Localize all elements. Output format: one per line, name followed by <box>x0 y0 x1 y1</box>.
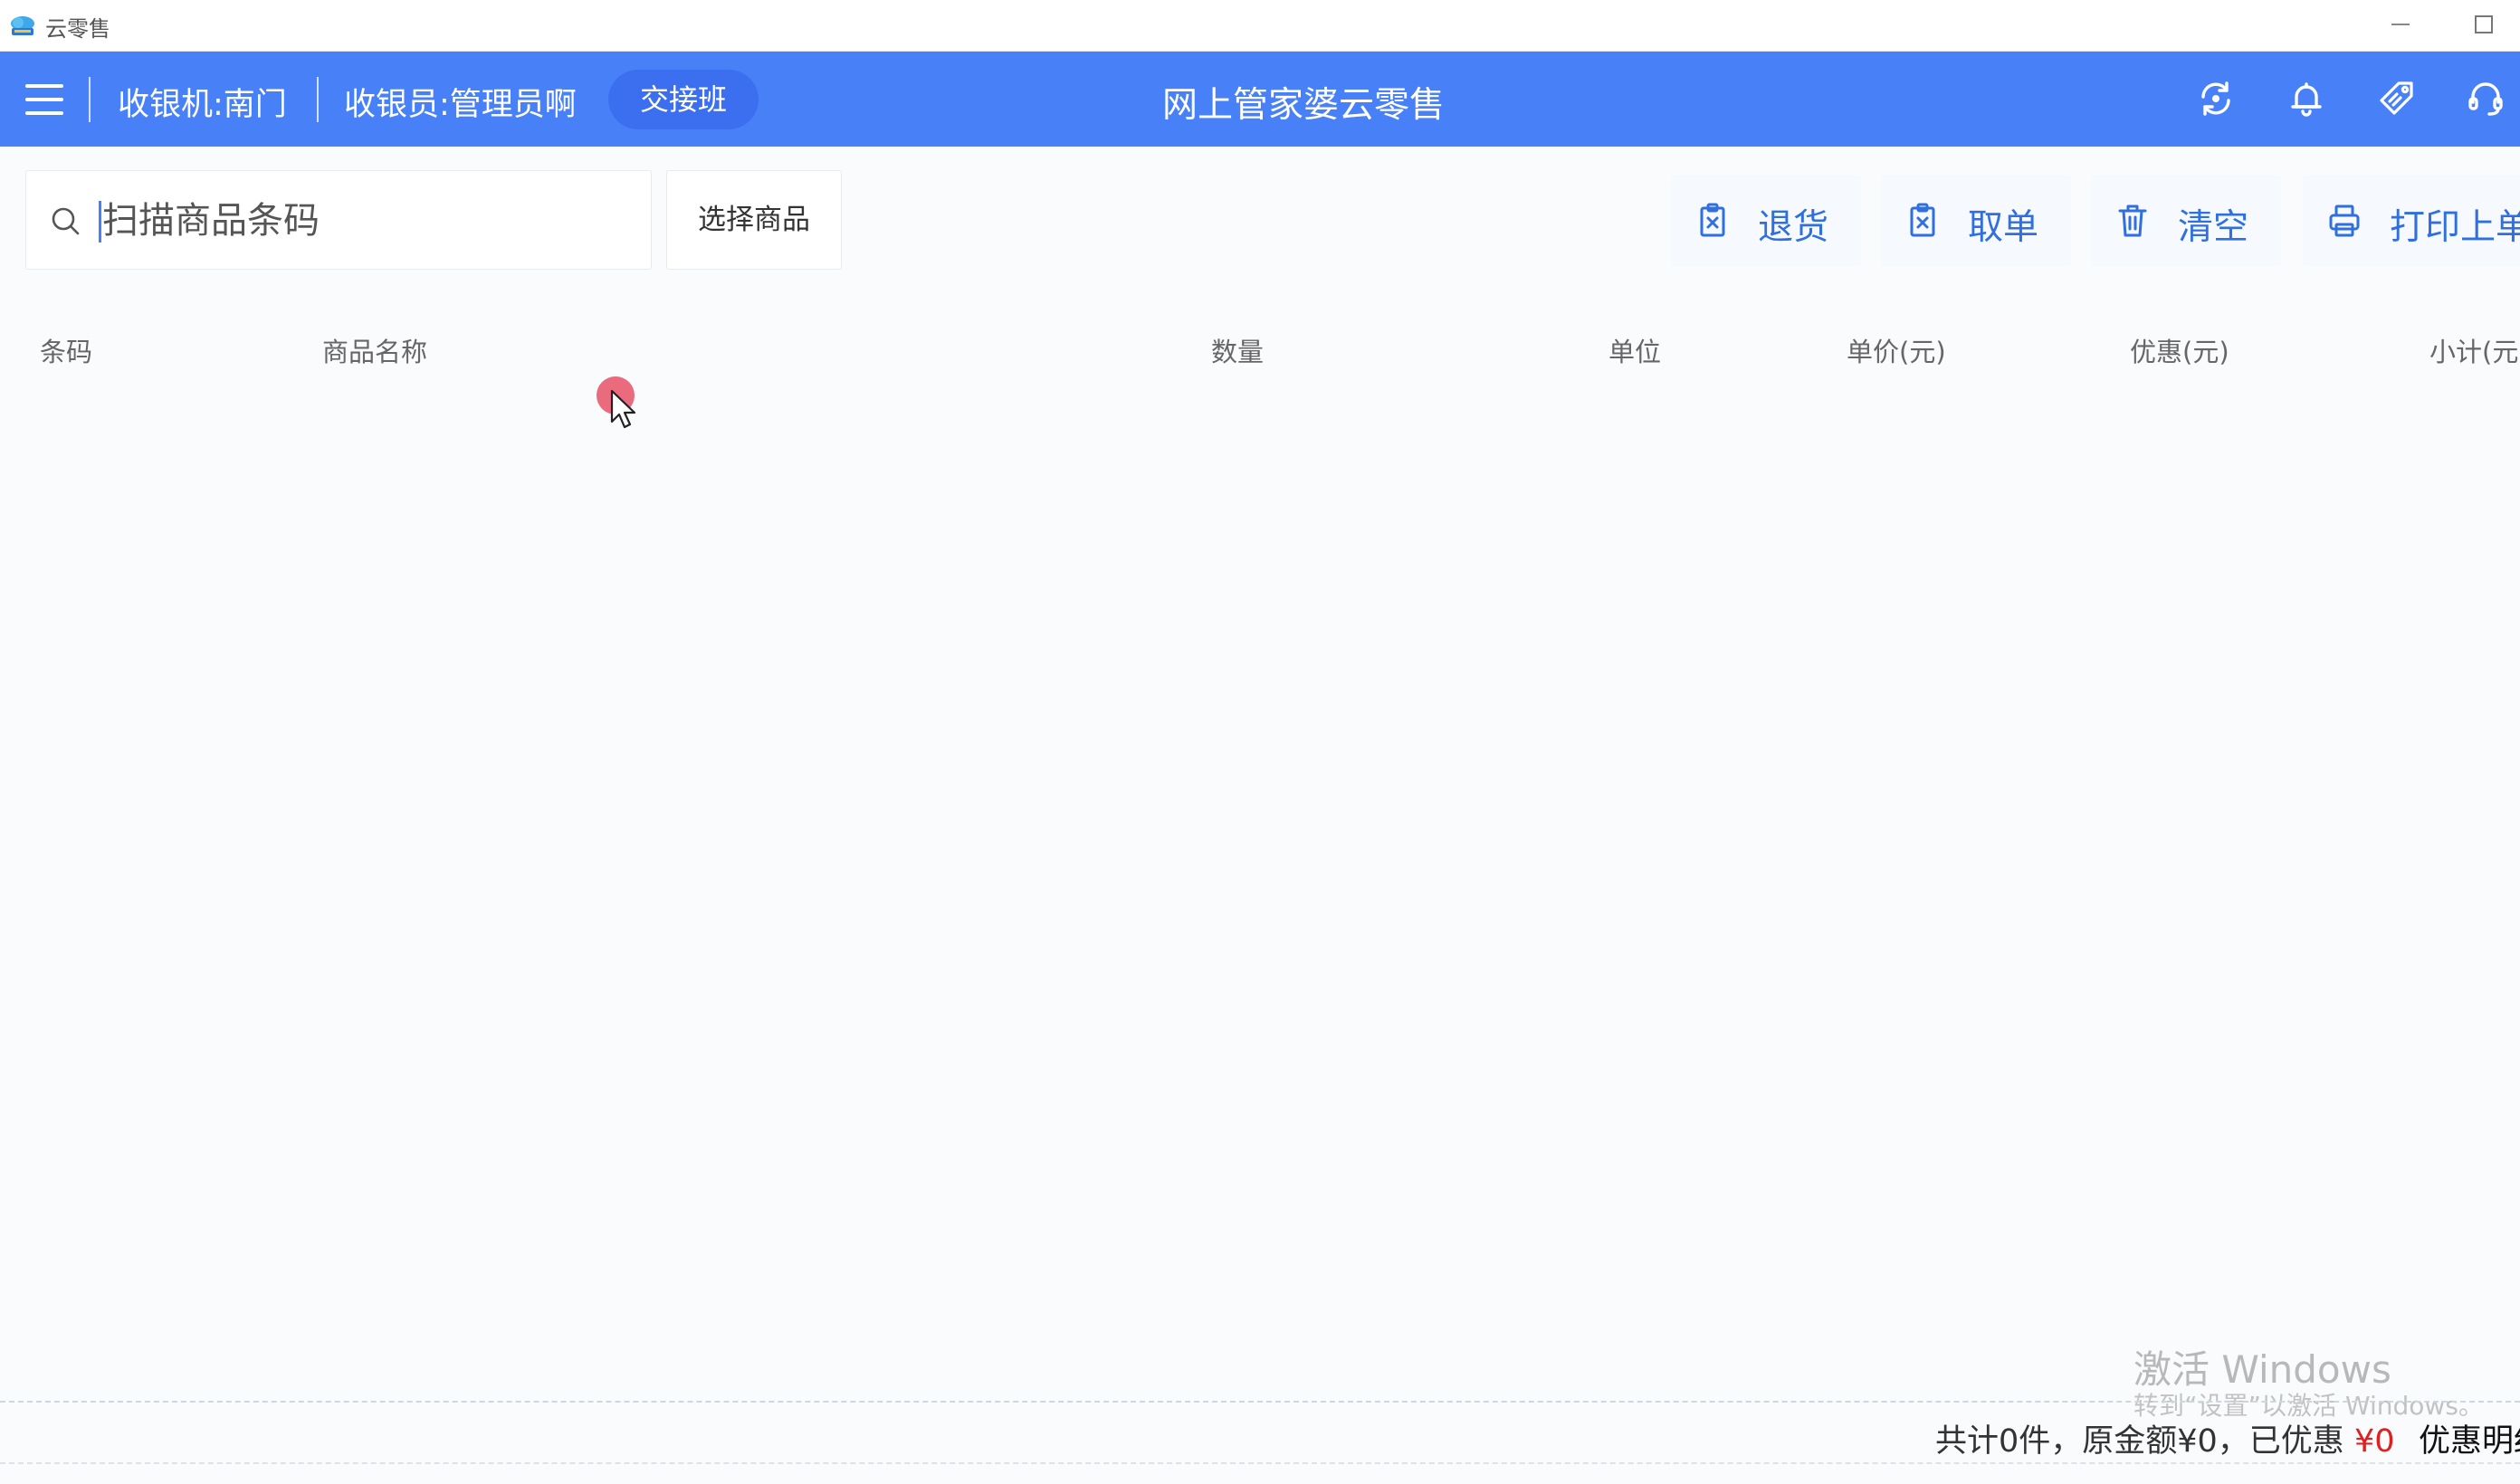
printer-icon <box>2329 205 2360 237</box>
window-title: 云零售 <box>45 16 110 42</box>
discount-detail-link[interactable]: 优惠明细 <box>2419 1415 2520 1461</box>
column-header-barcode[interactable]: 条码 <box>40 331 92 369</box>
return-button-label: 退货 <box>1758 207 1829 248</box>
minimize-button[interactable] <box>2391 24 2410 25</box>
pos-window: 云零售 收银机:南门 收银员:管理员啊 交接班 网上管家婆云零售 扫描商品条码 … <box>0 0 2520 1484</box>
retrieve-order-button[interactable]: 取单 <box>1881 176 2071 266</box>
select-product-button[interactable]: 选择商品 <box>666 170 842 270</box>
sync-icon[interactable] <box>2196 79 2236 119</box>
shift-handover-button[interactable]: 交接班 <box>608 70 759 129</box>
app-header: 收银机:南门 收银员:管理员啊 交接班 网上管家婆云零售 <box>0 52 2520 147</box>
clipboard-x-icon <box>1910 203 1935 237</box>
text-caret <box>99 201 101 243</box>
print-last-order-button-label: 打印上单 <box>2390 207 2520 248</box>
discount-amount: ¥0 <box>2353 1423 2395 1460</box>
column-header-quantity[interactable]: 数量 <box>1211 331 1264 369</box>
barcode-input[interactable] <box>102 191 627 251</box>
column-header-unit[interactable]: 单位 <box>1608 331 1661 369</box>
cashier-label: 收银员:管理员啊 <box>344 87 577 123</box>
retrieve-order-button-label: 取单 <box>1968 207 2039 248</box>
window-titlebar: 云零售 <box>0 0 2520 52</box>
column-header-subtotal[interactable]: 小计(元) <box>2429 331 2520 369</box>
clear-button-label: 清空 <box>2178 207 2249 248</box>
header-divider <box>89 77 91 122</box>
mouse-pointer-icon <box>610 389 636 429</box>
clipboard-x-icon <box>1700 203 1725 237</box>
order-summary-text: 共计0件，原金额¥0，已优惠 <box>1935 1423 2344 1460</box>
header-divider <box>317 77 319 122</box>
menu-icon[interactable] <box>25 84 63 115</box>
headset-icon[interactable] <box>2466 79 2506 119</box>
app-title: 网上管家婆云零售 <box>1161 85 1445 126</box>
maximize-button[interactable] <box>2475 15 2493 33</box>
barcode-search-box[interactable] <box>25 170 652 270</box>
footer-bottom-divider <box>0 1462 2520 1464</box>
footer-divider <box>0 1401 2520 1403</box>
sale-tag-icon[interactable] <box>2377 79 2417 119</box>
column-header-unit-price[interactable]: 单价(元) <box>1847 331 1946 369</box>
trash-icon <box>2118 205 2147 237</box>
return-button[interactable]: 退货 <box>1671 176 1861 266</box>
order-summary: 共计0件，原金额¥0，已优惠 ¥0 <box>1935 1415 2395 1461</box>
column-header-discount[interactable]: 优惠(元) <box>2130 331 2229 369</box>
bell-icon[interactable] <box>2286 79 2326 119</box>
clear-button[interactable]: 清空 <box>2091 176 2281 266</box>
app-logo-icon <box>11 16 34 35</box>
column-header-product-name[interactable]: 商品名称 <box>322 331 427 369</box>
search-icon <box>52 207 80 235</box>
print-last-order-button[interactable]: 打印上单 <box>2303 176 2520 266</box>
cashier-machine-label: 收银机:南门 <box>118 87 287 123</box>
